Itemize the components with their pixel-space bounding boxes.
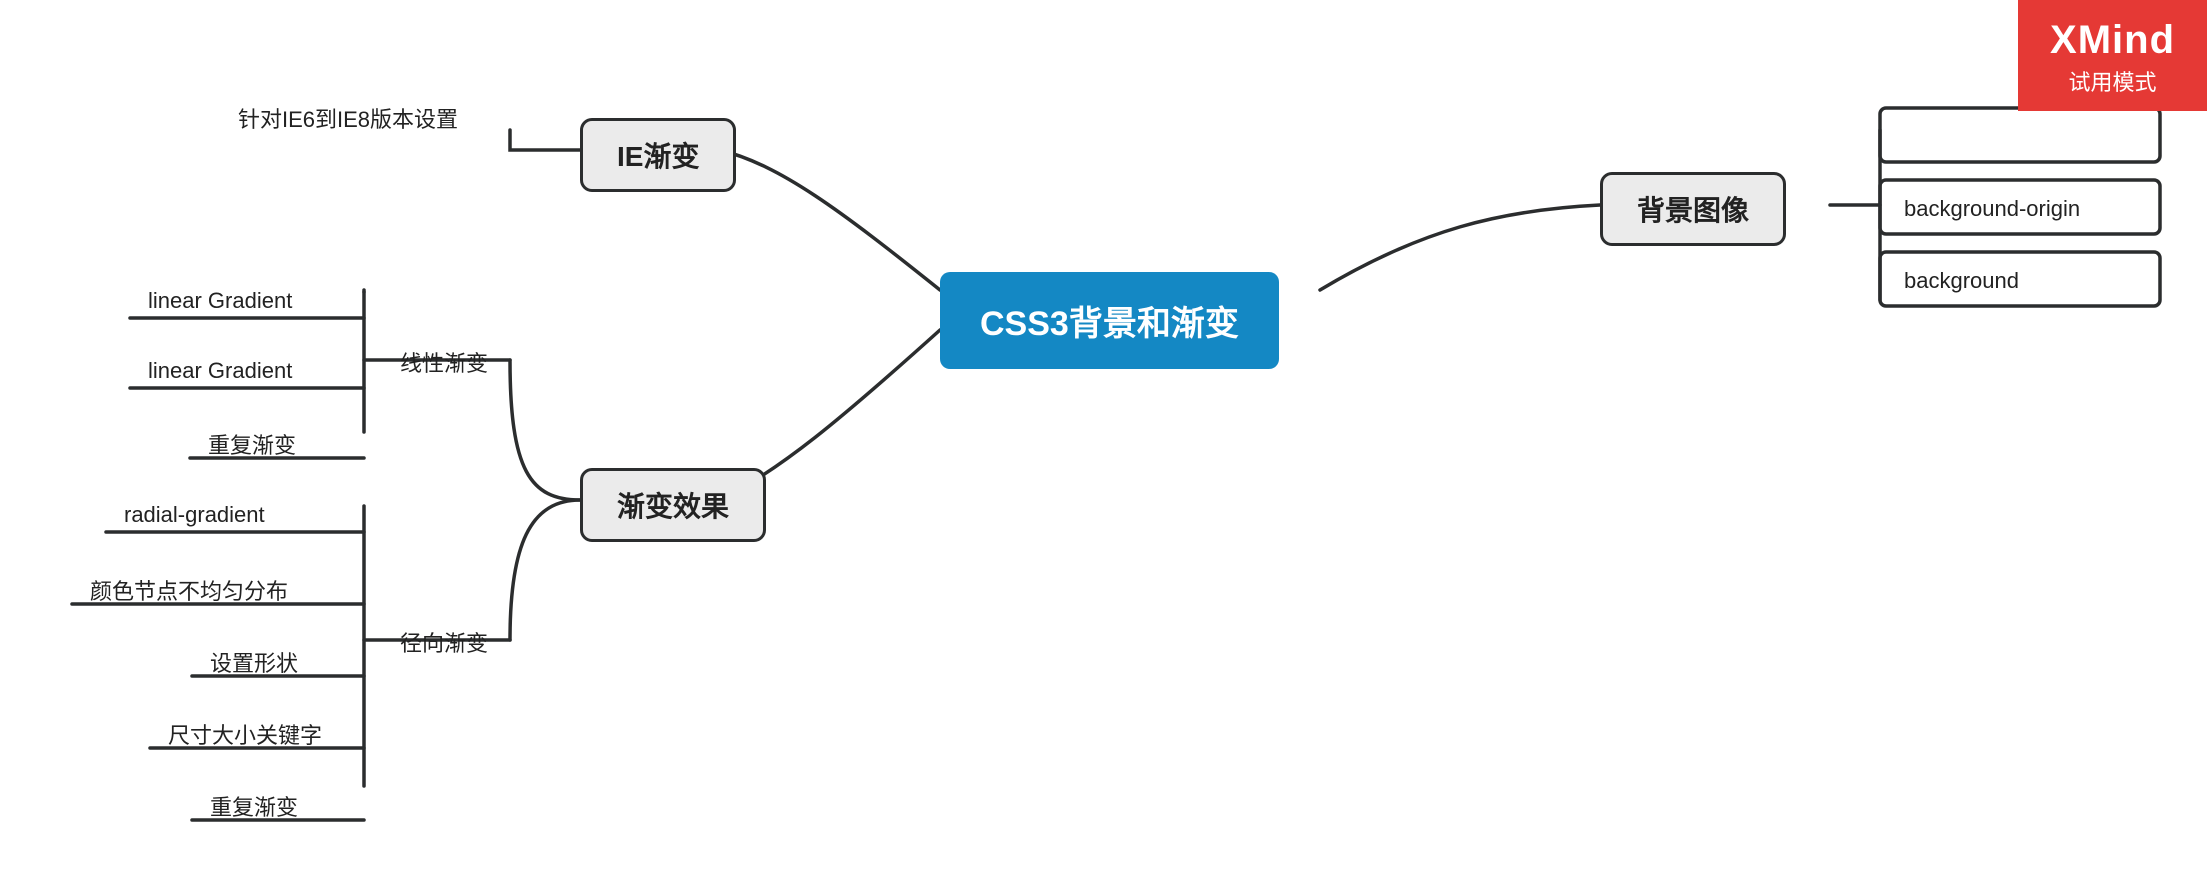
mindmap-canvas: CSS3背景和渐变 IE渐变 针对IE6到IE8版本设置 渐变效果 线性渐变 l… (0, 0, 2207, 895)
leaf-ie-desc[interactable]: 针对IE6到IE8版本设置 (230, 96, 466, 140)
leaf-bg-origin[interactable]: background-origin (1896, 190, 2088, 228)
leaf-bg[interactable]: background (1896, 262, 2027, 300)
sub-linear-gradient[interactable]: 线性渐变 (400, 346, 488, 378)
leaf-radial-3[interactable]: 尺寸大小关键字 (160, 712, 330, 756)
leaf-linear-1[interactable]: linear Gradient (140, 352, 300, 390)
leaf-radial-0[interactable]: radial-gradient (116, 496, 273, 534)
leaf-radial-2[interactable]: 设置形状 (202, 640, 306, 684)
branch-ie-gradient[interactable]: IE渐变 (580, 118, 736, 192)
xmind-mode-text: 试用模式 (2050, 65, 2175, 97)
branch-gradient-effect[interactable]: 渐变效果 (580, 468, 766, 542)
branch-background-image[interactable]: 背景图像 (1600, 172, 1786, 246)
leaf-radial-4[interactable]: 重复渐变 (202, 784, 306, 828)
root-node[interactable]: CSS3背景和渐变 (940, 272, 1279, 369)
xmind-brand-text: XMind (2050, 18, 2175, 63)
leaf-linear-0[interactable]: linear Gradient (140, 282, 300, 320)
xmind-trial-badge: XMind 试用模式 (2018, 0, 2207, 111)
leaf-radial-1[interactable]: 颜色节点不均匀分布 (82, 568, 296, 612)
leaf-linear-2[interactable]: 重复渐变 (200, 422, 304, 466)
sub-radial-gradient[interactable]: 径向渐变 (400, 626, 488, 658)
